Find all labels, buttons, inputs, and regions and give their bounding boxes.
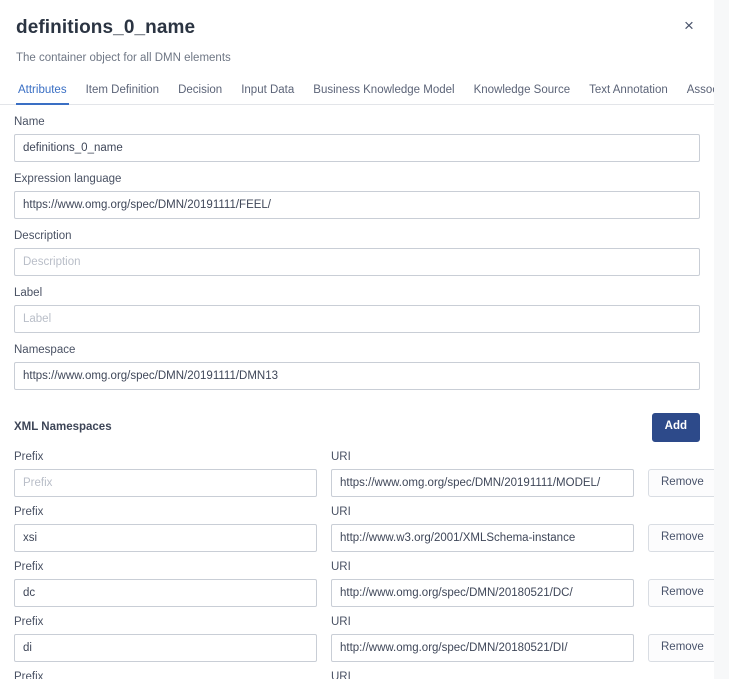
uri-label: URI [331,561,351,573]
xml-namespaces-list: Prefix URI Remove Prefix URI Remove Prefix URI R… [14,451,714,679]
add-namespace-button[interactable]: Add [651,412,700,442]
field-label-description: Description [14,230,72,242]
namespace-row: Prefix URI Remove [14,616,714,662]
namespace-action-cell: Remove [648,469,714,497]
namespace-row: PrefixURIRemove [14,671,700,679]
remove-namespace-button[interactable]: Remove [648,524,714,552]
namespace-input[interactable] [14,362,700,390]
tab-input-data[interactable]: Input Data [239,84,296,105]
prefix-label: Prefix [14,561,44,573]
namespace-prefix-cell: Prefix [14,506,317,552]
tab-business-knowledge-model[interactable]: Business Knowledge Model [311,84,456,105]
remove-namespace-button[interactable]: Remove [648,469,714,497]
namespace-uri-cell: URI [331,616,634,662]
prefix-label: Prefix [14,616,44,628]
tab-association[interactable]: Association [685,84,714,105]
remove-namespace-button[interactable]: Remove [648,579,714,607]
xml-namespaces-header: XML Namespaces Add [14,412,700,442]
namespace-uri-cell: URI [331,561,634,607]
namespace-prefix-cell: Prefix [14,616,317,662]
prefix-label: Prefix [14,451,44,463]
field-namespace: Namespace [14,344,700,390]
remove-namespace-button[interactable]: Remove [648,634,714,662]
field-label-namespace: Namespace [14,344,76,356]
prefix-label: Prefix [14,671,44,679]
close-icon[interactable]: × [676,12,702,38]
namespace-uri-cell: URI [331,671,634,679]
namespace-prefix-cell: Prefix [14,451,317,497]
prefix-input[interactable] [14,469,317,497]
namespace-prefix-cell: Prefix [14,561,317,607]
uri-label: URI [331,451,351,463]
namespace-uri-cell: URI [331,451,634,497]
tab-knowledge-source[interactable]: Knowledge Source [472,84,573,105]
properties-panel: definitions_0_name The container object … [0,0,714,679]
field-label: Label [14,287,700,333]
prefix-input[interactable] [14,634,317,662]
namespace-action-cell: Remove [648,524,714,552]
uri-label: URI [331,506,351,518]
uri-input[interactable] [331,524,634,552]
prefix-input[interactable] [14,524,317,552]
namespace-action-cell: Remove [648,579,714,607]
prefix-input[interactable] [14,579,317,607]
namespace-uri-cell: URI [331,506,634,552]
uri-label: URI [331,616,351,628]
namespace-prefix-cell: Prefix [14,671,317,679]
field-description: Description [14,230,700,276]
tab-bar: Attributes Item Definition Decision Input D… [0,79,714,105]
uri-label: URI [331,671,351,679]
prefix-label: Prefix [14,506,44,518]
tab-text-annotation[interactable]: Text Annotation [587,84,670,105]
field-label-name: Name [14,116,45,128]
namespace-row: Prefix URI Remove [14,561,714,607]
page-title: definitions_0_name [16,17,196,38]
attributes-form: Name Expression language Description Label N… [0,116,714,390]
label-input[interactable] [14,305,700,333]
xml-namespaces-section: XML Namespaces Add PrefixURIRemovePrefix… [0,412,714,679]
namespace-row: Prefix URI Remove [14,451,714,497]
panel-header: definitions_0_name The container object … [0,0,714,65]
description-input[interactable] [14,248,700,276]
page-background-strip [714,0,729,679]
tab-decision[interactable]: Decision [176,84,224,105]
field-label-label: Label [14,287,43,299]
uri-input[interactable] [331,469,634,497]
field-label-expression-language: Expression language [14,173,122,185]
namespace-action-cell: Remove [648,634,714,662]
tab-attributes[interactable]: Attributes [16,84,69,105]
field-expression-language: Expression language [14,173,700,219]
uri-input[interactable] [331,579,634,607]
name-input[interactable] [14,134,700,162]
page-subtitle: The container object for all DMN element… [16,52,231,64]
uri-input[interactable] [331,634,634,662]
field-name: Name [14,116,700,162]
expression-language-input[interactable] [14,191,700,219]
namespace-row: Prefix URI Remove [14,506,714,552]
xml-namespaces-title: XML Namespaces [14,420,112,433]
tab-item-definition[interactable]: Item Definition [84,84,162,105]
